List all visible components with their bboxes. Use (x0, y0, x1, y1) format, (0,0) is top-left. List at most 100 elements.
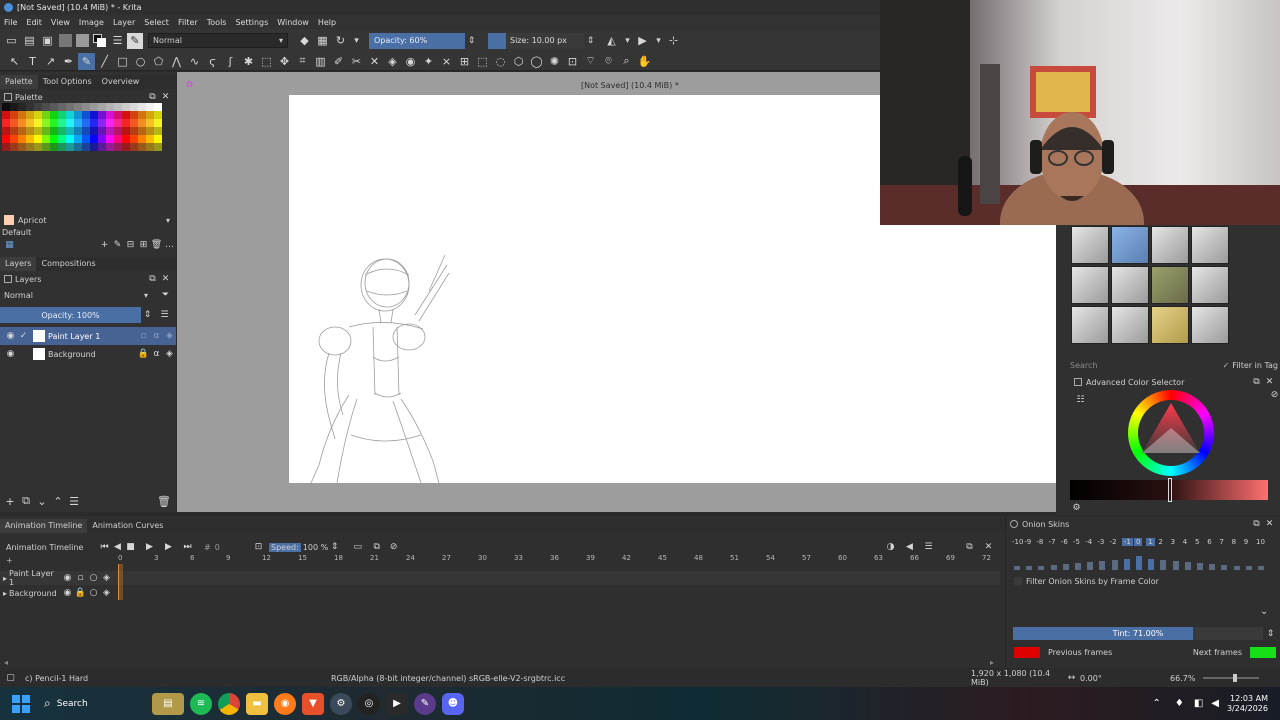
palette-swatch[interactable] (98, 111, 106, 119)
spin-arrows-icon[interactable]: ⇕ (584, 34, 597, 47)
table-icon[interactable]: ⊞ (137, 239, 150, 252)
obs-icon[interactable]: ◎ (358, 692, 380, 715)
brush-preset-icon[interactable]: ▢ (4, 672, 17, 685)
palette-swatch[interactable] (74, 119, 82, 127)
palette-swatch[interactable] (98, 127, 106, 135)
onion-opacity-bar[interactable] (1160, 560, 1167, 570)
onion-frame-number[interactable]: -5 (1073, 538, 1080, 546)
palette-swatch[interactable] (42, 103, 50, 111)
menu-settings[interactable]: Settings (235, 18, 268, 27)
color-triangle[interactable] (1128, 390, 1214, 476)
calligraphy-icon[interactable]: ✒ (60, 53, 77, 70)
polygon-select-icon[interactable]: ⬡ (510, 53, 527, 70)
palette-swatch[interactable] (26, 143, 34, 151)
onion-frame-number[interactable]: 8 (1232, 538, 1236, 546)
palette-swatch[interactable] (130, 135, 138, 143)
reference-tool-icon[interactable]: ⊞ (456, 53, 473, 70)
opacity-slider[interactable]: Opacity: 60% (369, 32, 465, 49)
eye-icon[interactable]: ◉ (61, 587, 74, 600)
rectangle-tool-icon[interactable]: □ (114, 53, 131, 70)
palette-swatch[interactable] (74, 111, 82, 119)
onion-opacity-bar[interactable] (1172, 561, 1179, 570)
add-icon[interactable]: ▸ (3, 574, 7, 583)
palette-swatch[interactable] (130, 111, 138, 119)
last-frame-icon[interactable]: ⏭ (181, 541, 194, 554)
onion-opacity-bar[interactable] (1099, 561, 1106, 570)
alpha-icon[interactable]: α (150, 330, 163, 343)
onion-opacity-bar[interactable] (1026, 566, 1033, 570)
brush-preset[interactable] (1191, 226, 1229, 264)
save-icon[interactable]: ▣ (39, 32, 56, 49)
inherit-icon[interactable]: ◈ (163, 348, 176, 361)
palette-swatch[interactable] (26, 111, 34, 119)
bezier-tool-icon[interactable]: ∿ (186, 53, 203, 70)
palette-swatch[interactable] (82, 135, 90, 143)
palette-swatch[interactable] (122, 127, 130, 135)
palette-swatch[interactable] (42, 135, 50, 143)
onion-frame-number[interactable]: -6 (1061, 538, 1068, 546)
volume-icon[interactable]: ◀ (1211, 698, 1219, 709)
palette-swatch[interactable] (82, 103, 90, 111)
windows-start-icon[interactable] (12, 694, 30, 713)
pan-tool-icon[interactable]: ✋ (636, 53, 653, 70)
palette-swatch[interactable] (122, 143, 130, 151)
zoom-slider[interactable] (1203, 674, 1260, 682)
palette-swatches[interactable] (2, 103, 176, 151)
palette-swatch[interactable] (138, 127, 146, 135)
palette-swatch[interactable] (82, 143, 90, 151)
palette-swatch[interactable] (26, 119, 34, 127)
polyline-tool-icon[interactable]: ⋀ (168, 53, 185, 70)
palette-swatch[interactable] (106, 127, 114, 135)
onion-opacity-bar[interactable] (1111, 560, 1118, 570)
speed-value[interactable]: 100 % (303, 543, 328, 552)
multibrush-icon[interactable]: ✱ (240, 53, 257, 70)
lock-icon[interactable]: 🔒 (74, 587, 87, 600)
onion-frame-number[interactable]: 2 (1158, 538, 1162, 546)
reload-preset-icon[interactable]: ↻ (332, 32, 349, 49)
tab-overview[interactable]: Overview (97, 75, 145, 89)
float-icon[interactable]: ⧉ (146, 273, 159, 286)
onion-frame-number[interactable]: 6 (1207, 538, 1211, 546)
spin-arrows-icon[interactable]: ⇕ (465, 34, 478, 47)
close-icon[interactable]: ✕ (1263, 376, 1276, 389)
onion-frame-number[interactable]: -7 (1049, 538, 1056, 546)
duplicate-layer-icon[interactable]: ⧉ (18, 493, 34, 509)
palette-swatch[interactable] (90, 143, 98, 151)
palette-swatch[interactable] (90, 103, 98, 111)
palette-swatch[interactable] (42, 127, 50, 135)
palette-swatch[interactable] (154, 135, 162, 143)
palette-swatch[interactable] (58, 135, 66, 143)
palette-swatch[interactable] (58, 111, 66, 119)
palette-swatch[interactable] (146, 127, 154, 135)
palette-swatch[interactable] (98, 103, 106, 111)
onion-opacity-bar[interactable] (1038, 566, 1045, 570)
freehand-path-icon[interactable]: ϛ (204, 53, 221, 70)
bezier-select-icon[interactable]: ⌔ (582, 53, 599, 70)
palette-swatch[interactable] (42, 119, 50, 127)
onion-frame-number[interactable]: 10 (1256, 538, 1265, 546)
palette-swatch[interactable] (146, 103, 154, 111)
widgets-icon[interactable]: ▤ (152, 692, 184, 715)
chevron-up-icon[interactable]: ⌃ (1152, 698, 1160, 709)
palette-swatch[interactable] (2, 135, 10, 143)
palette-swatch[interactable] (2, 103, 10, 111)
brave-icon[interactable]: ▼ (302, 692, 324, 715)
brush-preset[interactable] (1111, 266, 1149, 304)
color-wheel[interactable] (1128, 390, 1214, 476)
settings-icon[interactable]: ⚙ (1070, 501, 1083, 514)
palette-swatch[interactable] (106, 111, 114, 119)
rect-select-icon[interactable]: ⬚ (474, 53, 491, 70)
krita-icon[interactable]: ✎ (414, 692, 436, 715)
palette-swatch[interactable] (154, 103, 162, 111)
palette-swatch[interactable] (18, 127, 26, 135)
trash-icon[interactable]: 🗑 (156, 493, 172, 509)
stop-icon[interactable]: ■ (124, 541, 137, 554)
brush-preset[interactable] (1191, 306, 1229, 344)
onion-opacity-bar[interactable] (1050, 565, 1057, 570)
palette-swatch[interactable] (138, 135, 146, 143)
freehand-brush-icon[interactable]: ✎ (78, 52, 95, 70)
pin-icon[interactable]: ◈ (100, 587, 113, 600)
eye-icon[interactable]: ◉ (4, 348, 17, 361)
palette-swatch[interactable] (10, 119, 18, 127)
onion-frame-number[interactable]: -10 (1012, 538, 1023, 546)
